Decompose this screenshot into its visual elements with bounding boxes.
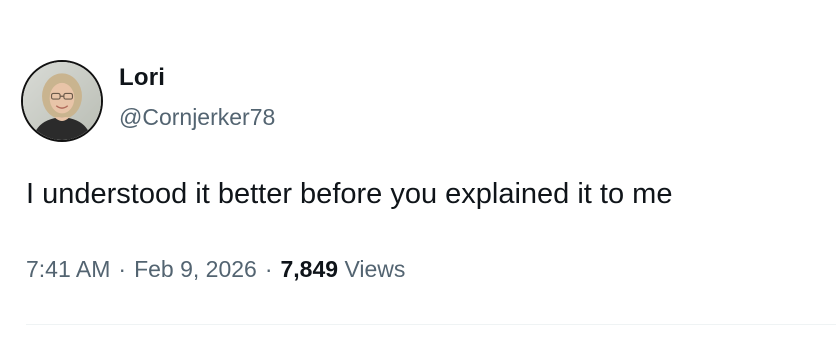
author-display-name[interactable]: Lori (119, 64, 165, 92)
meta-separator: · (264, 256, 273, 282)
tweet-date[interactable]: Feb 9, 2026 (134, 256, 257, 282)
views-count: 7,849 (280, 256, 339, 282)
author-handle[interactable]: @Cornjerker78 (119, 103, 275, 131)
divider (26, 324, 836, 325)
tweet-meta: 7:41 AM · Feb 9, 2026 · 7,849 Views (26, 254, 405, 284)
views-label: Views (344, 256, 406, 282)
profile-photo-icon (23, 62, 101, 140)
meta-separator: · (118, 256, 127, 282)
avatar[interactable] (21, 60, 103, 142)
tweet-card: Lori @Cornjerker78 I understood it bette… (0, 0, 836, 352)
tweet-time[interactable]: 7:41 AM (26, 256, 110, 282)
tweet-text: I understood it better before you explai… (26, 178, 673, 210)
